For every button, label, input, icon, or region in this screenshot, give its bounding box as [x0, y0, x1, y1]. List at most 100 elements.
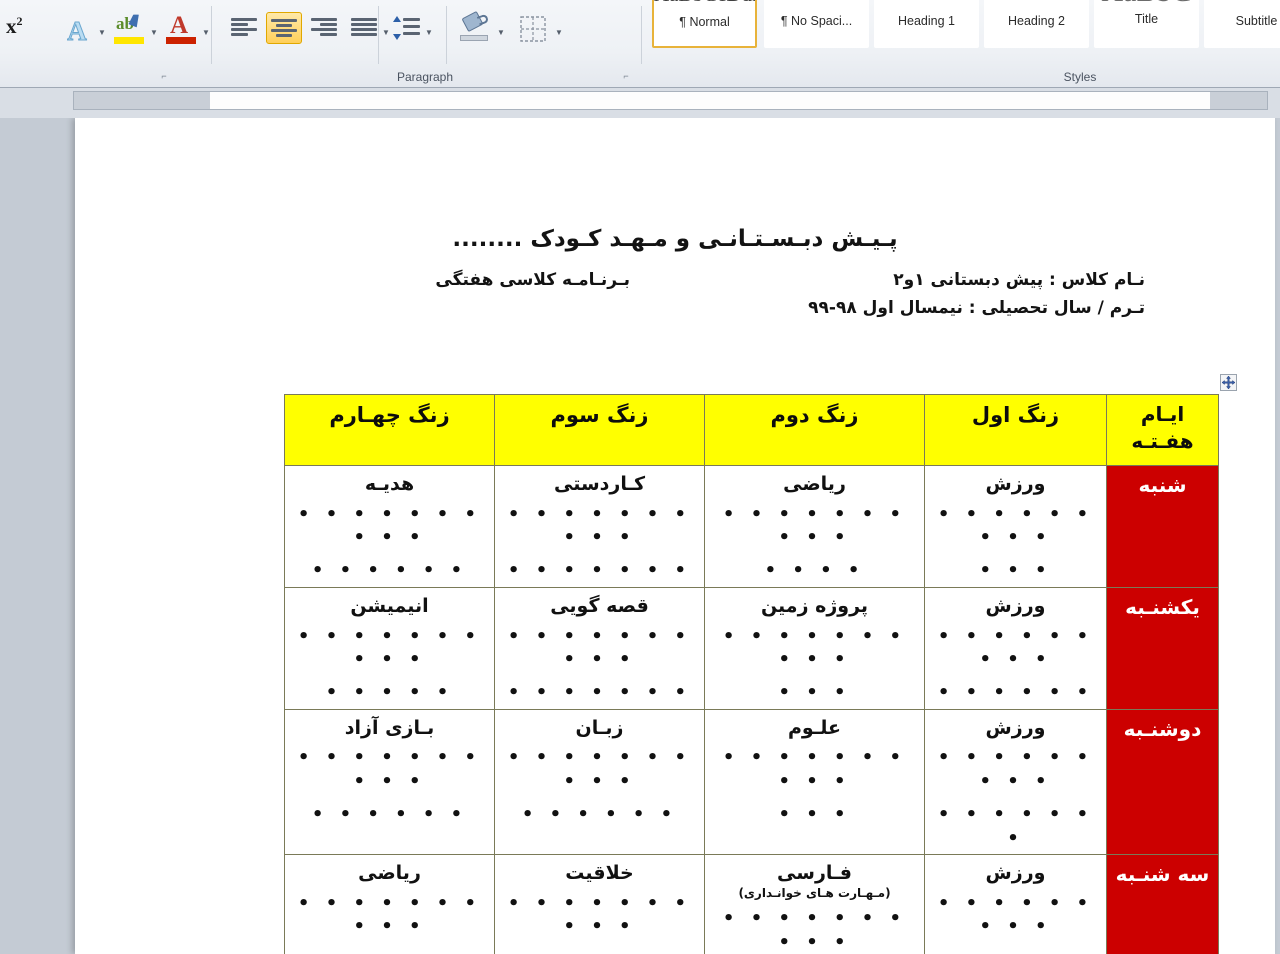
dotted-write-line: • • • • • • • • • • [507, 503, 692, 549]
ruler-track[interactable] [73, 91, 1268, 110]
style-label: ¶ No Spaci... [780, 14, 853, 28]
subject-name: پروژه زمین [760, 594, 869, 617]
subject-cell[interactable]: انیمیشن • • • • • • • • • • • • • • • [284, 586, 495, 710]
style-item-heading-2[interactable]: AaBbCcDd Heading 2 [984, 0, 1089, 48]
class-name-line: نـام کلاس : پیش دبستانی ۱و۲ [893, 270, 1145, 290]
day-cell[interactable]: شنبه [1106, 465, 1219, 588]
text-highlight-icon[interactable]: ab [112, 14, 146, 48]
subject-name: کـاردستی [553, 473, 646, 495]
weekly-schedule-label: بـرنـامـه کلاسی هفتگی [435, 270, 630, 290]
style-label: ¶ Normal [679, 15, 730, 29]
column-header-period-4: زنگ چهـارم [284, 394, 495, 466]
style-preview: AaBbCcDd [985, 0, 1088, 11]
subject-cell[interactable]: ورزش • • • • • • • • • • • • [924, 465, 1107, 588]
document-title: پـیـش دبـسـتـانـی و مـهـد کـودک ........ [452, 226, 898, 252]
justify-button[interactable] [346, 12, 382, 44]
style-item-normal[interactable]: AaBbCcDdEe ¶ Normal [652, 0, 757, 48]
style-item-no-spacing[interactable]: AaBbCcDdEe ¶ No Spaci... [764, 0, 869, 48]
subject-name: ورزش [985, 861, 1046, 884]
dotted-write-line: • • • [778, 804, 851, 826]
day-cell[interactable]: یکشنـبه [1106, 586, 1219, 710]
justify-chevron-down-icon[interactable]: ▼ [382, 28, 390, 37]
line-spacing-icon[interactable] [392, 14, 422, 42]
dotted-write-line: • • • • • • [521, 804, 678, 826]
table-body: شنبه ورزش • • • • • • • • • • • • ریاضی • • •… [284, 465, 1219, 954]
horizontal-ruler[interactable]: 181715141312111098765432112 [0, 88, 1280, 209]
shading-chevron-down-icon[interactable]: ▼ [497, 28, 505, 37]
subject-name: انیمیشن [350, 594, 429, 617]
align-right-button[interactable] [306, 12, 342, 44]
dotted-write-line: • • • • • • [293, 948, 486, 954]
subject-name: ورزش [985, 716, 1046, 739]
font-dialog-launcher[interactable]: ⌐ [158, 70, 170, 82]
weekly-schedule-table[interactable]: ایـام هفـتـه زنگ اول زنگ دوم زنگ سوم زنگ… [284, 394, 1219, 954]
table-move-handle-icon[interactable] [1220, 374, 1237, 391]
highlight-chevron-down-icon[interactable]: ▼ [150, 28, 158, 37]
align-center-button[interactable] [266, 12, 302, 44]
table-row: سه شنـبه ورزش • • • • • • • • • • • • • • •… [284, 853, 1219, 954]
day-cell[interactable]: دوشنـبه [1106, 708, 1219, 855]
font-color-chevron-down-icon[interactable]: ▼ [202, 28, 210, 37]
subject-name: ورزش [985, 594, 1046, 617]
ribbon-group-font: x2 A ▼ ab ▼ A ▼ ⌐ [0, 0, 212, 88]
borders-icon[interactable] [520, 16, 546, 42]
dotted-write-line: • • • • • • • • [503, 948, 696, 954]
subject-cell[interactable]: علـوم • • • • • • • • • • • • • [704, 708, 925, 855]
style-item-subtitle[interactable]: AaBbCcDdEe Subtitle [1204, 0, 1280, 48]
column-header-period-1: زنگ اول [924, 394, 1107, 466]
subject-cell[interactable]: زبـان • • • • • • • • • • • • • • • • [494, 708, 705, 855]
borders-chevron-down-icon[interactable]: ▼ [555, 28, 563, 37]
dotted-write-line: • • • • • • [311, 804, 468, 826]
dotted-write-line: • • • • • • • • • • [297, 625, 482, 670]
day-cell[interactable]: سه شنـبه [1106, 853, 1219, 954]
dotted-write-line: • • • • • • • [937, 804, 1094, 849]
text-effects-chevron-down-icon[interactable]: ▼ [98, 28, 106, 37]
subject-name: علـوم [787, 716, 842, 739]
subject-cell[interactable]: ورزش • • • • • • • • • • • • • • • [924, 853, 1107, 954]
text-effects-icon[interactable]: A [60, 14, 94, 48]
subject-cell[interactable]: فـارسی (مـهـارت هـای خوانـداری) • • • • • … [704, 853, 925, 954]
style-label: Title [1134, 12, 1159, 26]
column-header-period-2: زنگ دوم [704, 394, 925, 466]
subject-name: قصه گویی [550, 594, 649, 617]
subject-cell[interactable]: ورزش • • • • • • • • • • • • • • • • [924, 708, 1107, 855]
style-item-title[interactable]: AaBbC Title [1094, 0, 1199, 48]
superscript-icon[interactable]: x2 [6, 14, 36, 48]
style-preview: AaBbCcDdEe [1205, 0, 1280, 11]
subject-name: هدیـه [364, 473, 415, 495]
subject-cell[interactable]: هدیـه • • • • • • • • • • • • • • • • [284, 465, 495, 588]
dotted-write-line: • • • • • • • • • • [507, 892, 692, 938]
dotted-write-line: • • • • • • • • • • [297, 503, 482, 549]
ribbon-group-styles: AaBbCcDdEe ¶ Normal AaBbCcDdEe ¶ No Spac… [640, 0, 1280, 88]
subject-name: خلاقیت [565, 861, 634, 884]
subject-cell[interactable]: پروژه زمین • • • • • • • • • • • • • [704, 586, 925, 710]
subject-name: ریاضی [783, 473, 846, 495]
style-item-heading-1[interactable]: AaBbCc Heading 1 [874, 0, 979, 48]
line-spacing-chevron-down-icon[interactable]: ▼ [425, 28, 433, 37]
dotted-write-line: • • • • • • [933, 948, 1098, 954]
dotted-write-line: • • • • • • • • • • [297, 747, 482, 792]
dotted-write-line: • • • • • • • • • • [722, 503, 907, 549]
align-left-button[interactable] [226, 12, 262, 44]
table-header-row: ایـام هفـتـه زنگ اول زنگ دوم زنگ سوم زنگ… [284, 394, 1219, 466]
document-page[interactable]: پـیـش دبـسـتـانـی و مـهـد کـودک ........… [75, 118, 1275, 954]
subject-cell[interactable]: ریاضی • • • • • • • • • • • • • • • • [284, 853, 495, 954]
font-color-icon[interactable]: A [164, 12, 198, 48]
subject-name: بـازی آزاد [344, 716, 435, 739]
pilcrow-icon: ¶ [679, 15, 686, 29]
style-preview: AaBbCcDdEe [654, 0, 755, 12]
dotted-write-line: • • • • • • • • • [937, 625, 1094, 670]
pilcrow-icon: ¶ [780, 14, 788, 28]
document-canvas[interactable]: پـیـش دبـسـتـانـی و مـهـد کـودک ........… [0, 118, 1280, 954]
dotted-write-line: • • • • • • • • • • [722, 908, 907, 953]
subject-cell[interactable]: خلاقیت • • • • • • • • • • • • • • • • • • [494, 853, 705, 954]
subject-cell[interactable]: ورزش • • • • • • • • • • • • • • • [924, 586, 1107, 710]
dotted-write-line: • • • • • • • • • • [507, 625, 692, 670]
subject-cell[interactable]: کـاردستی • • • • • • • • • • • • • • • • • [494, 465, 705, 588]
shading-icon[interactable] [460, 10, 492, 44]
paragraph-dialog-launcher[interactable]: ⌐ [620, 70, 632, 82]
subject-cell[interactable]: قصه گویی • • • • • • • • • • • • • • • • • [494, 586, 705, 710]
style-preview: AaBbC [1095, 0, 1198, 9]
subject-cell[interactable]: ریاضی • • • • • • • • • • • • • • [704, 465, 925, 588]
subject-cell[interactable]: بـازی آزاد • • • • • • • • • • • • • • • • [284, 708, 495, 855]
